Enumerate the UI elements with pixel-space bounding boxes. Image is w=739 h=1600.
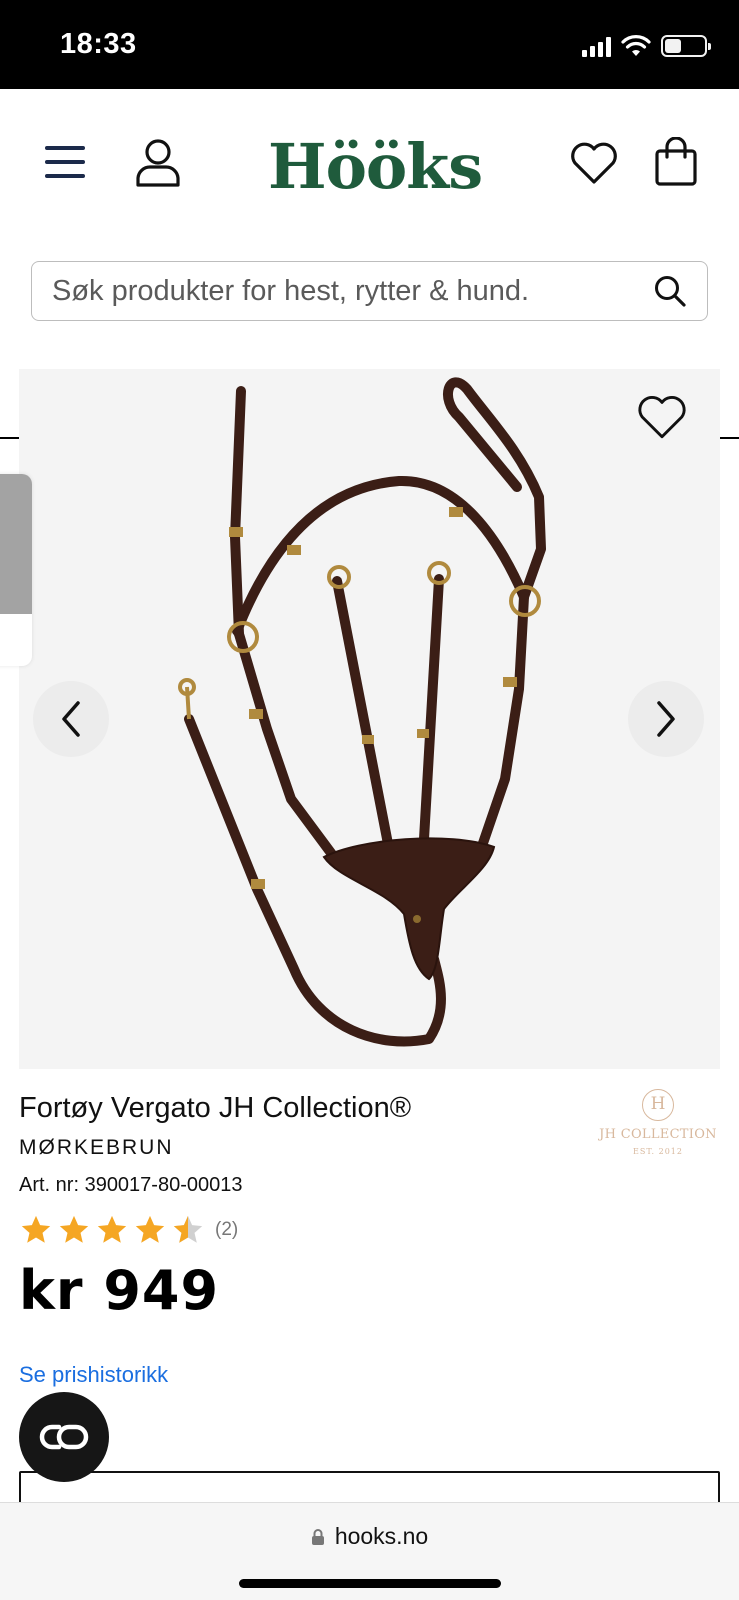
star-icon [21, 1215, 51, 1243]
heart-icon [638, 396, 686, 439]
url-text: hooks.no [334, 1523, 429, 1549]
menu-icon [45, 146, 85, 178]
brand-logo[interactable]: H JH COLLECTION EST. 2012 [598, 1089, 718, 1165]
chevron-right-icon [657, 701, 675, 737]
battery-icon [661, 35, 711, 57]
status-icons [582, 34, 711, 58]
search-icon [655, 276, 686, 307]
product-price: kr 949 [19, 1259, 220, 1322]
star-icon [135, 1215, 165, 1243]
chat-icon [39, 1424, 89, 1450]
carousel-next-button[interactable] [628, 681, 704, 757]
home-indicator [239, 1579, 501, 1588]
heart-icon [571, 142, 617, 184]
account-icon [136, 139, 180, 187]
menu-button[interactable] [40, 137, 90, 187]
signal-icon [582, 35, 611, 57]
search-bar[interactable] [31, 261, 708, 321]
rating-count: (2) [215, 1219, 239, 1240]
price-history-link[interactable]: Se prishistorikk [19, 1362, 168, 1388]
cart-button[interactable] [650, 135, 702, 189]
lock-icon [311, 1528, 324, 1545]
image-wishlist-button[interactable] [636, 393, 688, 441]
star-icon [59, 1215, 89, 1243]
bag-icon [655, 137, 697, 186]
search-button[interactable] [645, 266, 695, 316]
star-icon [97, 1215, 127, 1243]
chat-button[interactable] [19, 1392, 109, 1482]
product-color: MØRKEBRUN [19, 1136, 174, 1159]
browser-address-bar[interactable]: hooks.no [0, 1502, 739, 1600]
page: Hööks Søk produkter for hest, rytter & h… [0, 89, 739, 1502]
side-panel-tab[interactable] [0, 474, 32, 666]
site-logo[interactable]: Hööks [268, 127, 483, 207]
breastplate-center [322, 837, 496, 981]
product-image [178, 377, 546, 1047]
account-button[interactable] [132, 137, 184, 189]
carousel-prev-button[interactable] [33, 681, 109, 757]
product-rating[interactable]: (2) [19, 1213, 238, 1247]
brand-monogram: H [642, 1089, 674, 1121]
article-number: Art. nr: 390017-80-00013 [19, 1174, 243, 1196]
brand-est: EST. 2012 [633, 1147, 683, 1156]
star-half-icon [173, 1215, 203, 1243]
wishlist-button[interactable] [566, 137, 622, 189]
url-display[interactable]: hooks.no [0, 1523, 739, 1550]
wifi-icon [621, 35, 651, 56]
chevron-left-icon [62, 701, 80, 737]
search-input[interactable] [32, 262, 645, 320]
status-time: 18:33 [60, 28, 137, 60]
product-image-carousel[interactable] [19, 369, 720, 1069]
variant-selector[interactable] [19, 1471, 720, 1502]
status-bar: 18:33 [0, 0, 739, 89]
product-title: Fortøy Vergato JH Collection® [19, 1092, 412, 1124]
brand-name: JH COLLECTION [599, 1127, 717, 1142]
